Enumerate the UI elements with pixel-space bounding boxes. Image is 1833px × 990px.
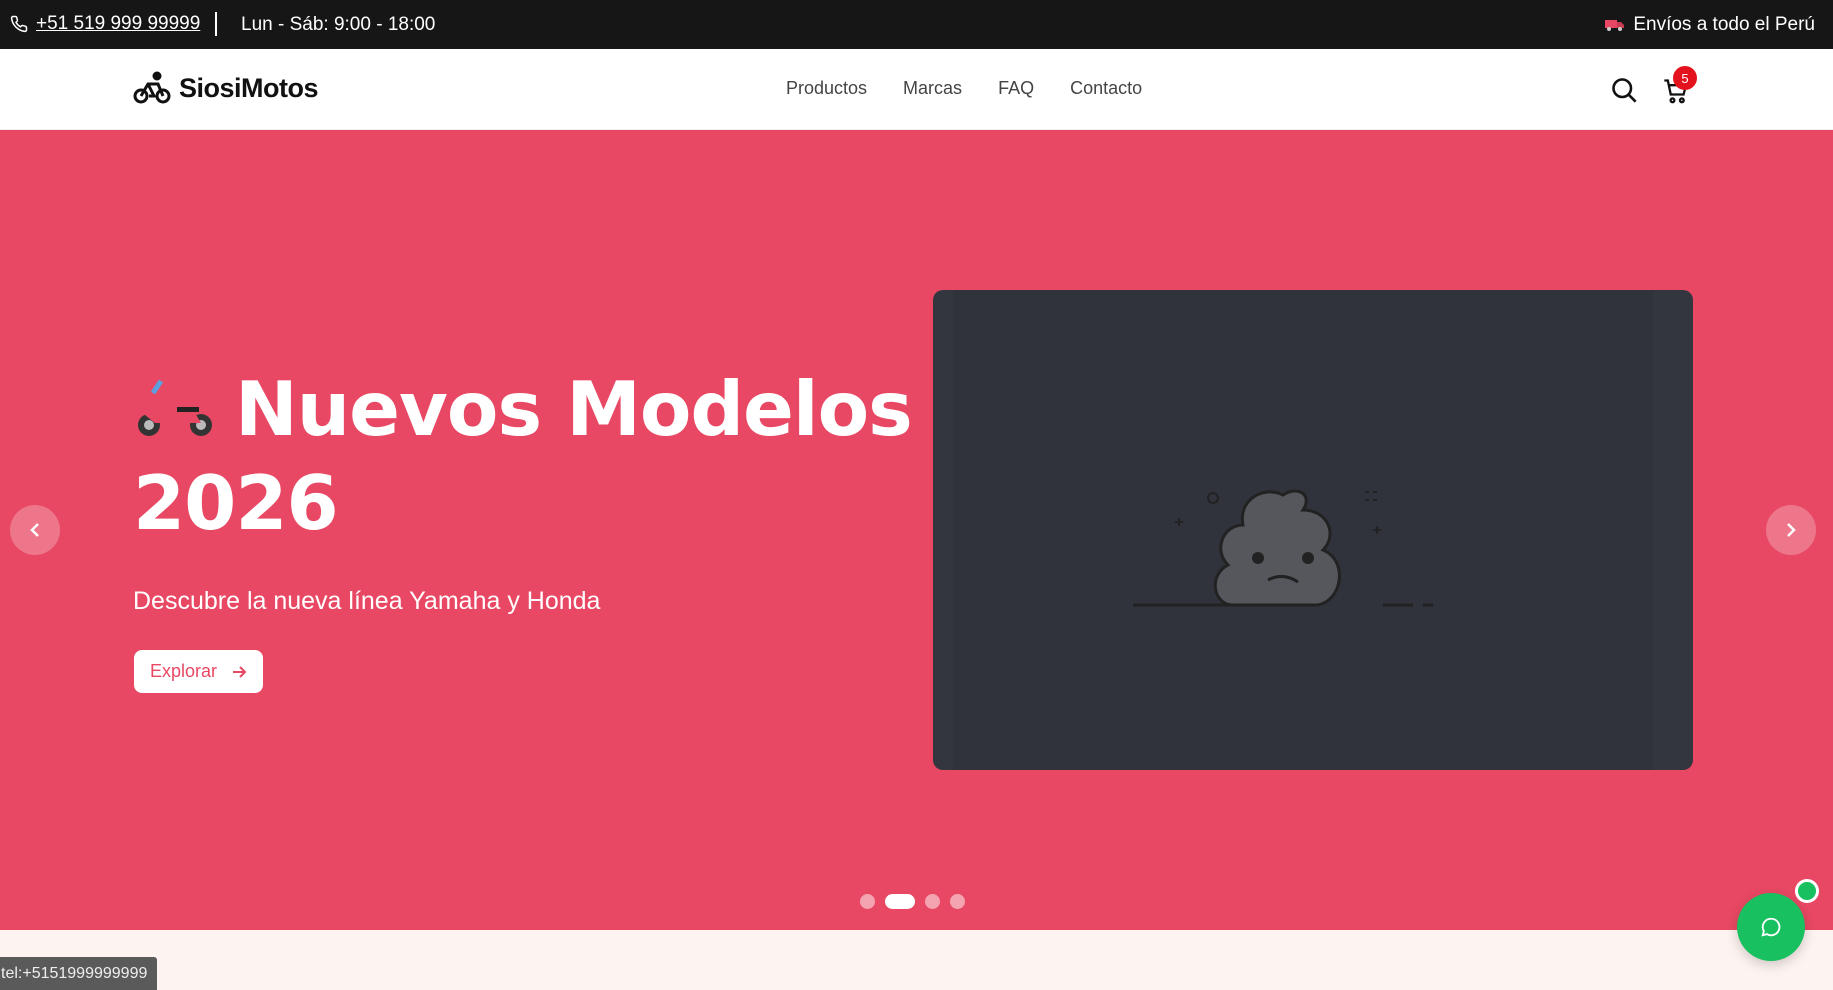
business-hours: Lun - Sáb: 9:00 - 18:00 — [241, 14, 436, 35]
carousel-dot[interactable] — [950, 894, 965, 909]
hero-subtitle: Descubre la nueva línea Yamaha y Honda — [133, 587, 601, 615]
chat-online-indicator — [1795, 879, 1819, 903]
carousel-next-button[interactable] — [1766, 505, 1816, 555]
hero-title-line1: Nuevos Modelos — [235, 365, 913, 453]
shipping-notice: Envíos a todo el Perú — [1605, 14, 1815, 36]
carousel-dot-active[interactable] — [885, 894, 915, 909]
explore-button[interactable]: Explorar — [134, 650, 263, 693]
nav-faq[interactable]: FAQ — [998, 78, 1034, 99]
chat-bubble-icon — [1761, 917, 1781, 937]
carousel-prev-button[interactable] — [10, 505, 60, 555]
truck-icon — [1605, 20, 1625, 31]
shipping-text: Envíos a todo el Perú — [1633, 14, 1815, 35]
cart-count-badge: 5 — [1673, 66, 1697, 90]
phone-link[interactable]: +51 519 999 99999 — [36, 13, 200, 35]
chevron-left-icon — [30, 523, 39, 537]
phone-icon — [10, 15, 28, 33]
hero-title-line2: 2026 — [133, 459, 339, 547]
chevron-right-icon — [1787, 523, 1796, 537]
brand-name: SiosiMotos — [179, 72, 319, 103]
hero-title: Nuevos Modelos 2026 — [133, 362, 933, 550]
chat-button[interactable] — [1737, 893, 1805, 961]
nav-productos[interactable]: Productos — [786, 78, 867, 99]
nav-marcas[interactable]: Marcas — [903, 78, 962, 99]
link-status-tooltip: tel:+5151999999999 — [0, 957, 158, 990]
carousel-dot[interactable] — [860, 894, 875, 909]
nav-contacto[interactable]: Contacto — [1070, 78, 1142, 99]
motor-scooter-emoji — [138, 379, 212, 436]
site-header: SiosiMotos Productos Marcas FAQ Contacto… — [0, 49, 1833, 130]
top-bar: +51 519 999 99999 Lun - Sáb: 9:00 - 18:0… — [0, 0, 1833, 49]
carousel-dots — [860, 894, 965, 909]
carousel-dot[interactable] — [925, 894, 940, 909]
bicycle-icon — [133, 71, 171, 104]
hero-carousel: Nuevos Modelos 2026 Descubre la nueva lí… — [0, 130, 1833, 930]
arrow-right-icon — [233, 665, 247, 678]
explore-label: Explorar — [149, 661, 218, 681]
hero-image — [933, 290, 1693, 770]
broken-image-poo-icon — [1133, 489, 1433, 607]
brand-logo[interactable]: SiosiMotos — [133, 71, 319, 105]
divider — [215, 12, 217, 36]
search-icon[interactable] — [1610, 76, 1638, 104]
main-nav: Productos Marcas FAQ Contacto — [786, 78, 1142, 99]
phone-contact[interactable]: +51 519 999 99999 — [10, 13, 200, 35]
